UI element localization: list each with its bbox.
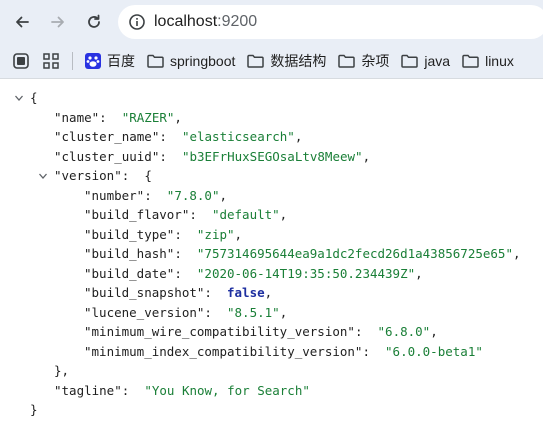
json-line-cluster-uuid: "cluster_uuid": "b3EFrHuxSEGOsaLtv8Meew"… [54,149,371,164]
bookmark-label: 百度 [107,53,135,69]
url-port: :9200 [217,13,258,30]
json-value: "7.8.0" [166,188,220,203]
json-line-number: "number": "7.8.0", [84,188,228,203]
reload-icon [88,14,100,28]
json-line-build-date: "build_date": "2020-06-14T19:35:50.23443… [84,266,423,281]
url-host: localhost [154,13,218,30]
arrow-left-icon [16,16,29,28]
bookmark-folder-data-structures[interactable]: 数据结构 [241,48,332,74]
bookmarks-bar: 百度 springboot 数据结构 杂项 java linux [0,44,543,79]
json-line-name: "name": "RAZER", [54,110,182,125]
json-value: "You Know, for Search" [144,383,310,398]
json-key: "version" [54,168,122,183]
url-text: localhost:9200 [154,13,257,31]
browser-toolbar: localhost:9200 [0,0,543,44]
json-value: "2020-06-14T19:35:50.234439Z" [196,266,416,281]
json-line-tagline: "tagline": "You Know, for Search" [54,383,310,398]
folder-icon [338,54,356,68]
bookmark-label: springboot [170,53,236,69]
json-key: "build_date" [84,266,175,281]
reload-button[interactable] [82,10,106,34]
back-button[interactable] [10,10,34,34]
json-key: "minimum_wire_compatibility_version" [84,324,355,339]
json-line-build-flavor: "build_flavor": "default", [84,207,288,222]
json-key: "build_flavor" [84,207,190,222]
bookmark-folder-misc[interactable]: 杂项 [332,48,395,74]
bookmark-baidu[interactable]: 百度 [79,48,141,74]
forward-button[interactable] [46,10,70,34]
bookmark-folder-springboot[interactable]: springboot [141,48,241,74]
json-value: "elasticsearch" [181,129,295,144]
baidu-paw-icon [85,53,101,69]
json-line-version: "version": { [54,168,152,183]
json-value: "8.5.1" [227,305,280,320]
info-icon [129,14,145,30]
json-key: "name" [54,110,100,125]
bookmarks-divider [72,52,73,70]
folder-icon [147,54,164,68]
json-open-brace: { [30,90,38,105]
bookmark-folder-linux[interactable]: linux [456,48,520,74]
json-line-build-type: "build_type": "zip", [84,227,243,242]
json-close-brace: } [30,402,38,417]
site-info-button[interactable] [120,5,154,39]
address-bar[interactable]: localhost:9200 [118,5,543,39]
json-line-build-hash: "build_hash": "757314695644ea9a1dc2fecd2… [84,246,521,261]
json-line-build-snapshot: "build_snapshot": false, [84,285,273,300]
json-key: "lucene_version" [84,305,205,320]
arrow-right-icon [51,16,64,28]
folder-icon [247,54,265,68]
json-value: false [227,285,265,300]
tab-search-button[interactable] [0,48,36,74]
json-line-cluster-name: "cluster_name": "elasticsearch", [54,129,303,144]
json-value: "RAZER" [121,110,175,125]
bookmark-label: java [424,53,451,69]
tab-search-icon [13,53,29,69]
json-value: "6.8.0" [377,324,431,339]
apps-button[interactable] [36,48,66,74]
collapse-caret-icon[interactable] [38,171,48,181]
json-key: "build_hash" [84,246,175,261]
bookmark-label: 杂项 [361,53,390,69]
json-version-close: }, [54,363,70,378]
folder-icon [401,54,419,68]
bookmark-label: 数据结构 [270,53,327,69]
bookmark-label: linux [485,53,514,69]
json-key: "build_type" [84,227,175,242]
json-key: "minimum_index_compatibility_version" [84,344,363,359]
json-key: "build_snapshot" [84,285,205,300]
json-line-min-index: "minimum_index_compatibility_version": "… [84,344,483,359]
json-value: "zip" [196,227,235,242]
collapse-caret-icon[interactable] [14,93,24,103]
json-value: "b3EFrHuxSEGOsaLtv8Meew" [181,149,363,164]
json-line-min-wire: "minimum_wire_compatibility_version": "6… [84,324,438,339]
json-value: "default" [211,207,280,222]
json-key: "tagline" [54,383,122,398]
json-value: "6.0.0-beta1" [385,344,483,359]
apps-grid-icon [43,53,59,69]
bookmark-folder-java[interactable]: java [395,48,456,74]
json-key: "number" [84,188,145,203]
folder-icon [462,54,479,68]
json-value: "757314695644ea9a1dc2fecd26d1a43856725e6… [196,246,513,261]
json-key: "cluster_uuid" [54,149,160,164]
json-line-lucene-version: "lucene_version": "8.5.1", [84,305,288,320]
json-key: "cluster_name" [54,129,160,144]
